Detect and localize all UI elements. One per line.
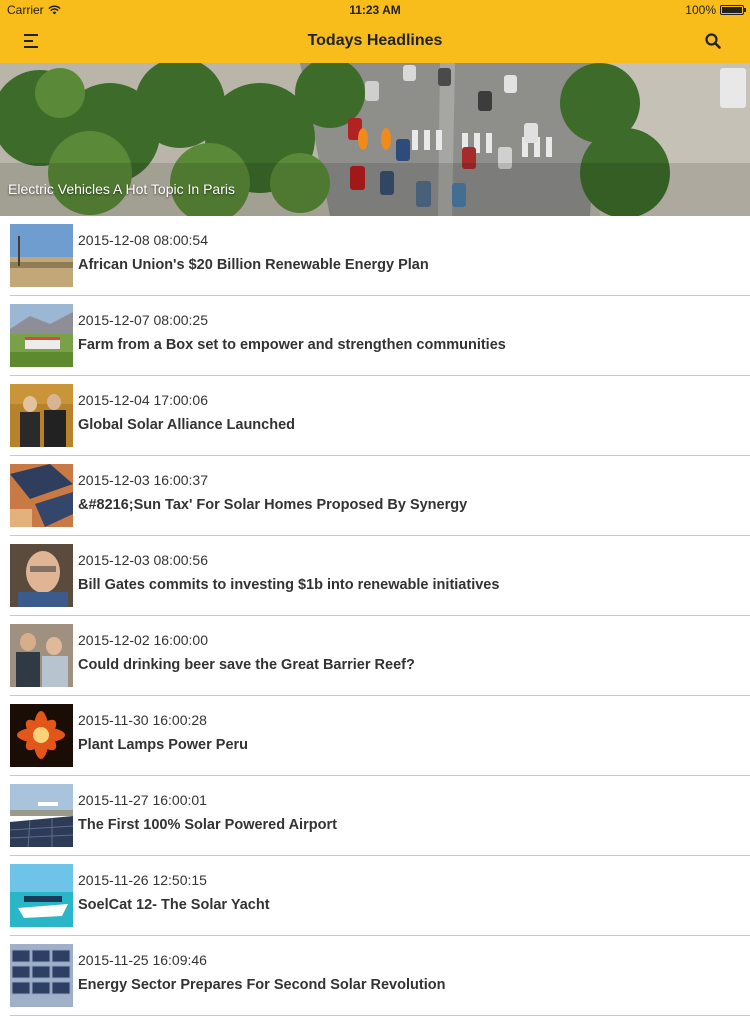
article-thumbnail (10, 304, 73, 367)
article-thumbnail (10, 624, 73, 687)
battery-indicator: 100% (685, 3, 746, 17)
article-title: Energy Sector Prepares For Second Solar … (78, 977, 446, 993)
article-date: 2015-12-03 08:00:56 (78, 552, 208, 568)
featured-story[interactable]: Electric Vehicles A Hot Topic In Paris (0, 63, 750, 216)
article-title: &#8216;Sun Tax' For Solar Homes Proposed… (78, 497, 468, 513)
headline-list: 2015-12-08 08:00:54 African Union's $20 … (0, 216, 750, 1016)
article-title: SoelCat 12- The Solar Yacht (78, 897, 270, 913)
article-date: 2015-12-02 16:00:00 (78, 632, 208, 648)
list-item[interactable]: 2015-12-04 17:00:06 Global Solar Allianc… (0, 376, 750, 456)
list-item[interactable]: 2015-12-07 08:00:25 Farm from a Box set … (0, 296, 750, 376)
article-thumbnail (10, 384, 73, 447)
article-title: Farm from a Box set to empower and stren… (78, 337, 506, 353)
article-date: 2015-11-30 16:00:28 (78, 712, 207, 728)
article-thumbnail (10, 944, 73, 1007)
navigation-bar: Todays Headlines (0, 20, 750, 63)
list-item[interactable]: 2015-12-03 16:00:37 &#8216;Sun Tax' For … (0, 456, 750, 536)
battery-percent: 100% (685, 3, 716, 17)
page-title: Todays Headlines (307, 32, 443, 49)
article-thumbnail (10, 864, 73, 927)
article-date: 2015-11-26 12:50:15 (78, 872, 207, 888)
featured-story-caption: Electric Vehicles A Hot Topic In Paris (8, 181, 235, 197)
article-date: 2015-12-08 08:00:54 (78, 232, 208, 248)
article-thumbnail (10, 224, 73, 287)
list-item[interactable]: 2015-11-26 12:50:15 SoelCat 12- The Sola… (0, 856, 750, 936)
article-title: Plant Lamps Power Peru (78, 737, 249, 753)
article-title: African Union's $20 Billion Renewable En… (78, 257, 429, 273)
article-date: 2015-12-03 16:00:37 (78, 472, 208, 488)
list-item[interactable]: 2015-12-08 08:00:54 African Union's $20 … (0, 216, 750, 296)
battery-icon (720, 5, 746, 15)
status-time: 11:23 AM (349, 3, 401, 17)
list-item[interactable]: 2015-11-25 16:09:46 Energy Sector Prepar… (0, 936, 750, 1016)
list-item[interactable]: 2015-11-27 16:00:01 The First 100% Solar… (0, 776, 750, 856)
article-title: Bill Gates commits to investing $1b into… (78, 577, 500, 593)
article-thumbnail (10, 784, 73, 847)
article-date: 2015-11-25 16:09:46 (78, 952, 207, 968)
list-item[interactable]: 2015-11-30 16:00:28 Plant Lamps Power Pe… (0, 696, 750, 776)
article-title: Could drinking beer save the Great Barri… (78, 657, 415, 673)
list-item[interactable]: 2015-12-03 08:00:56 Bill Gates commits t… (0, 536, 750, 616)
article-date: 2015-11-27 16:00:01 (78, 792, 207, 808)
article-thumbnail (10, 704, 73, 767)
list-item[interactable]: 2015-12-02 16:00:00 Could drinking beer … (0, 616, 750, 696)
article-thumbnail (10, 464, 73, 527)
article-title: Global Solar Alliance Launched (78, 417, 296, 433)
article-date: 2015-12-04 17:00:06 (78, 392, 208, 408)
status-bar: Carrier 11:23 AM 100% (0, 0, 750, 20)
article-title: The First 100% Solar Powered Airport (78, 817, 337, 833)
article-thumbnail (10, 544, 73, 607)
article-date: 2015-12-07 08:00:25 (78, 312, 208, 328)
search-icon[interactable] (704, 32, 722, 50)
